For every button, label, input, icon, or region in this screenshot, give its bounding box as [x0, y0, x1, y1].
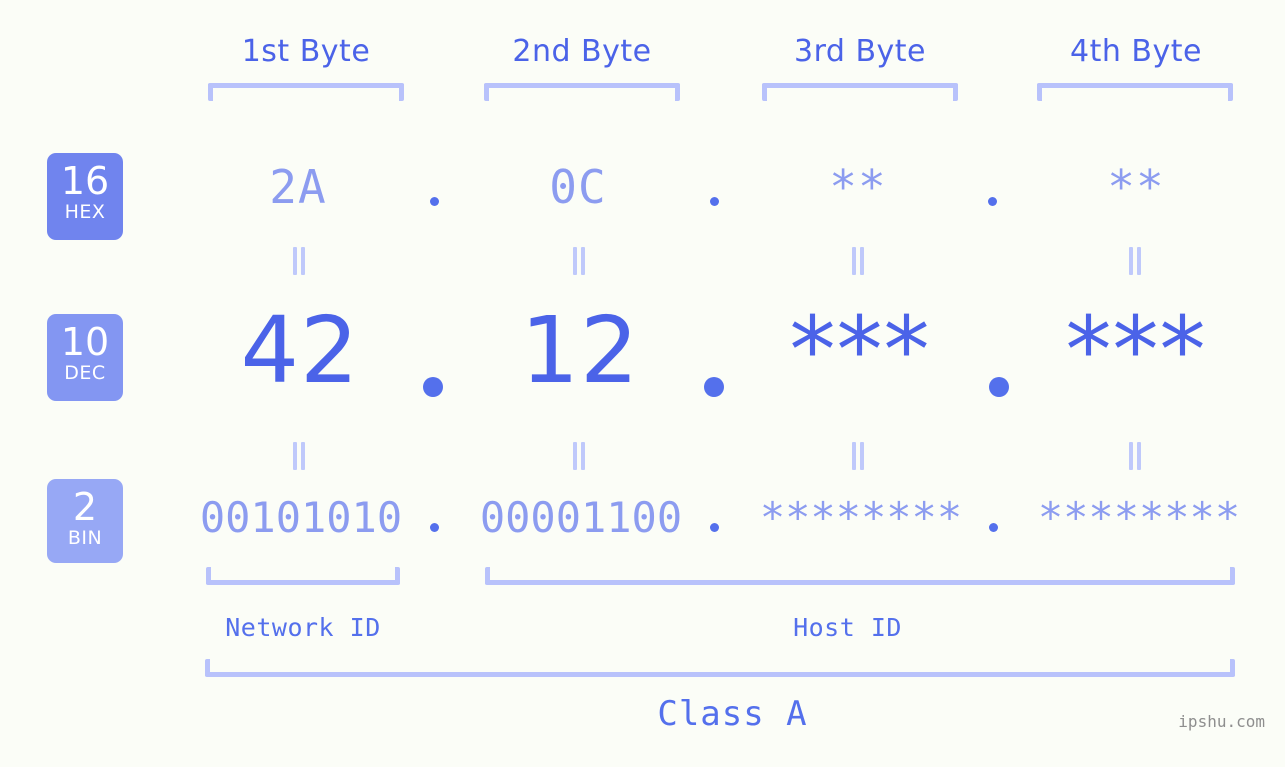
- equals-mark-dec-bin-4: [1127, 442, 1143, 470]
- byte-bracket-2: [484, 83, 680, 101]
- equals-mark-hex-dec-4: [1127, 247, 1143, 275]
- dec-separator-dot-1: [423, 377, 443, 397]
- base-badge-hex-number: 16: [60, 159, 110, 203]
- bin-byte-2: 00001100: [479, 493, 683, 542]
- base-badge-bin-abbr: BIN: [67, 527, 103, 549]
- bin-separator-dot-1: [430, 523, 439, 532]
- bin-byte-3: ********: [759, 493, 963, 542]
- byte-bracket-3: [762, 83, 958, 101]
- host-id-label: Host ID: [793, 613, 902, 642]
- class-bracket: [205, 659, 1235, 677]
- byte-header-3: 3rd Byte: [793, 34, 927, 69]
- equals-mark-hex-dec-2: [571, 247, 587, 275]
- dec-byte-3: ***: [789, 297, 931, 404]
- base-badge-bin-number: 2: [72, 485, 98, 529]
- hex-separator-dot-2: [710, 197, 719, 206]
- byte-header-2: 2nd Byte: [512, 34, 652, 69]
- base-badge-dec-abbr: DEC: [64, 362, 106, 384]
- equals-mark-dec-bin-1: [291, 442, 307, 470]
- host-id-bracket: [485, 567, 1235, 585]
- base-badge-hex-abbr: HEX: [64, 201, 106, 223]
- dec-byte-2: 12: [520, 297, 640, 404]
- hex-separator-dot-1: [430, 197, 439, 206]
- dec-separator-dot-2: [704, 377, 724, 397]
- network-id-label: Network ID: [225, 613, 381, 642]
- bin-separator-dot-2: [710, 523, 719, 532]
- byte-bracket-4: [1037, 83, 1233, 101]
- bin-separator-dot-3: [989, 523, 998, 532]
- network-id-bracket: [206, 567, 400, 585]
- hex-byte-1: 2A: [269, 160, 327, 214]
- equals-mark-dec-bin-2: [571, 442, 587, 470]
- base-badge-dec-number: 10: [60, 320, 110, 364]
- byte-header-4: 4th Byte: [1070, 34, 1202, 69]
- site-watermark: ipshu.com: [1178, 712, 1265, 731]
- dec-separator-dot-3: [989, 377, 1009, 397]
- bin-byte-4: ********: [1037, 493, 1241, 542]
- hex-byte-2: 0C: [549, 160, 607, 214]
- bin-byte-1: 00101010: [199, 493, 403, 542]
- class-label: Class A: [657, 694, 808, 734]
- byte-header-1: 1st Byte: [241, 34, 371, 69]
- hex-byte-3: **: [829, 160, 887, 214]
- ip-address-breakdown-diagram: 1st Byte 2nd Byte 3rd Byte 4th Byte 16 H…: [0, 0, 1285, 767]
- hex-byte-4: **: [1107, 160, 1165, 214]
- dec-byte-4: ***: [1065, 297, 1207, 404]
- base-badge-bin: 2 BIN: [47, 479, 123, 563]
- equals-mark-dec-bin-3: [850, 442, 866, 470]
- hex-separator-dot-3: [988, 197, 997, 206]
- byte-bracket-1: [208, 83, 404, 101]
- dec-byte-1: 42: [240, 297, 360, 404]
- equals-mark-hex-dec-1: [291, 247, 307, 275]
- base-badge-hex: 16 HEX: [47, 153, 123, 240]
- equals-mark-hex-dec-3: [850, 247, 866, 275]
- base-badge-dec: 10 DEC: [47, 314, 123, 401]
